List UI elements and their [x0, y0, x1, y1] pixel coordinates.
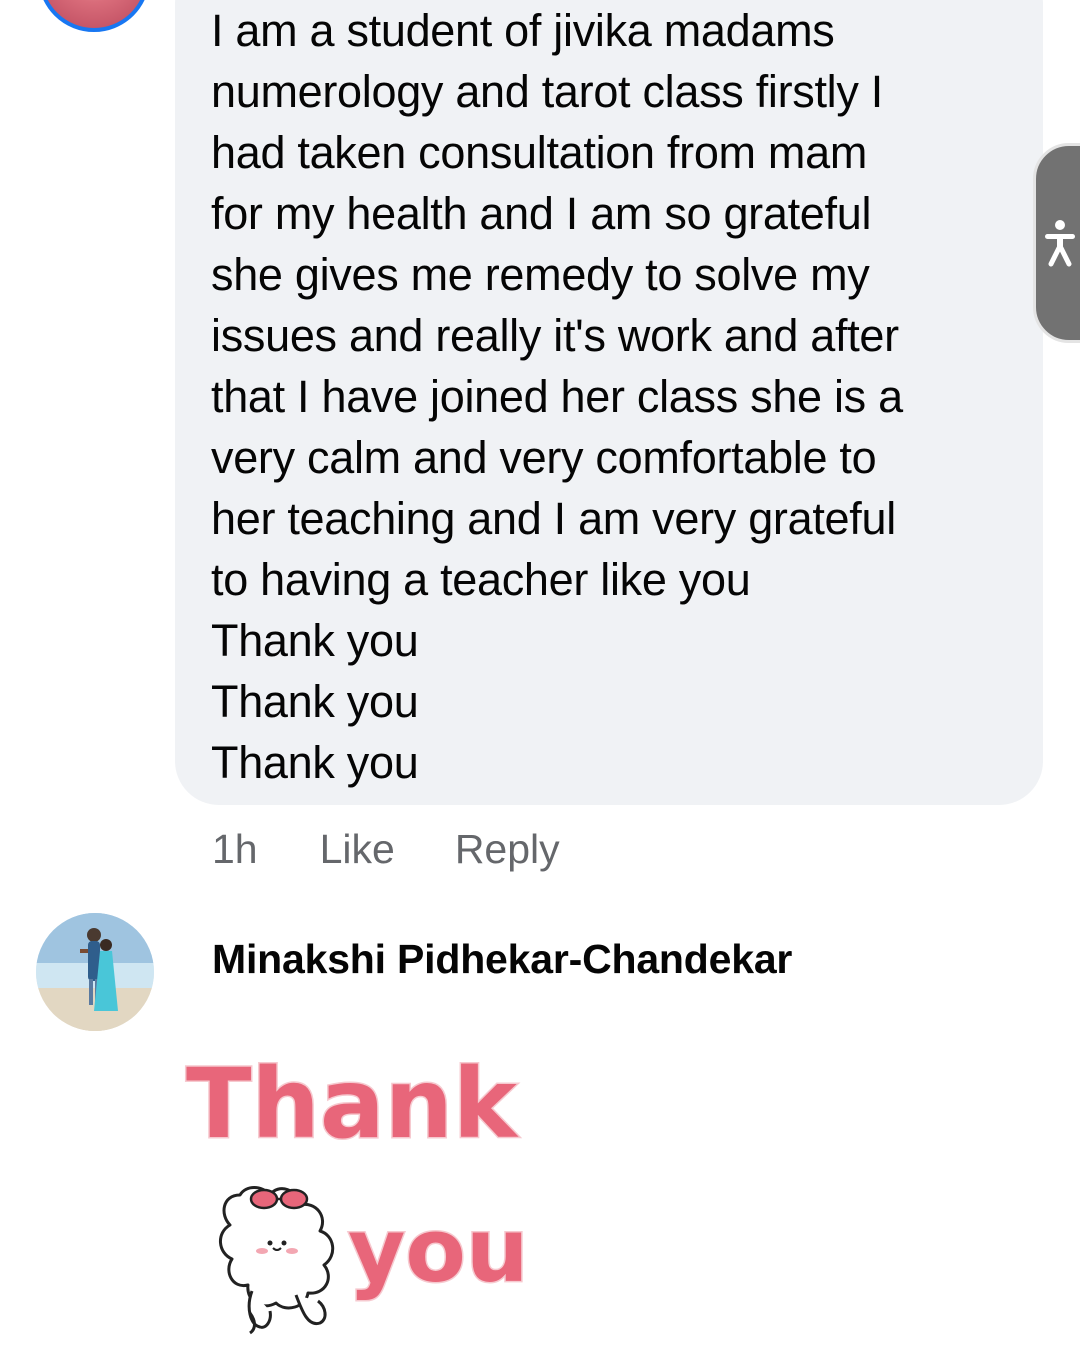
commenter-avatar[interactable]	[38, 0, 150, 32]
sticker-text-you: you	[348, 1199, 528, 1302]
comment-actions: 1h Like Reply	[212, 826, 560, 873]
like-button[interactable]: Like	[320, 826, 395, 873]
sticker-text-thank: Thank	[186, 1048, 519, 1160]
reply-author-avatar[interactable]	[36, 913, 154, 1031]
comment-thread: I am a student of jivika madams numerolo…	[0, 0, 1080, 1367]
comment-bubble: I am a student of jivika madams numerolo…	[175, 0, 1043, 805]
thank-you-sticker: Thank you	[185, 1047, 530, 1335]
accessibility-person-icon	[1045, 220, 1075, 267]
cartoon-character-icon	[219, 1186, 335, 1335]
reply-button[interactable]: Reply	[455, 826, 560, 873]
comment-timestamp[interactable]: 1h	[212, 826, 258, 873]
comment-text: I am a student of jivika madams numerolo…	[211, 5, 903, 788]
reply-author-name[interactable]: Minakshi Pidhekar-Chandekar	[212, 936, 792, 983]
accessibility-button[interactable]	[1033, 143, 1080, 343]
avatar-photo	[36, 913, 154, 1031]
